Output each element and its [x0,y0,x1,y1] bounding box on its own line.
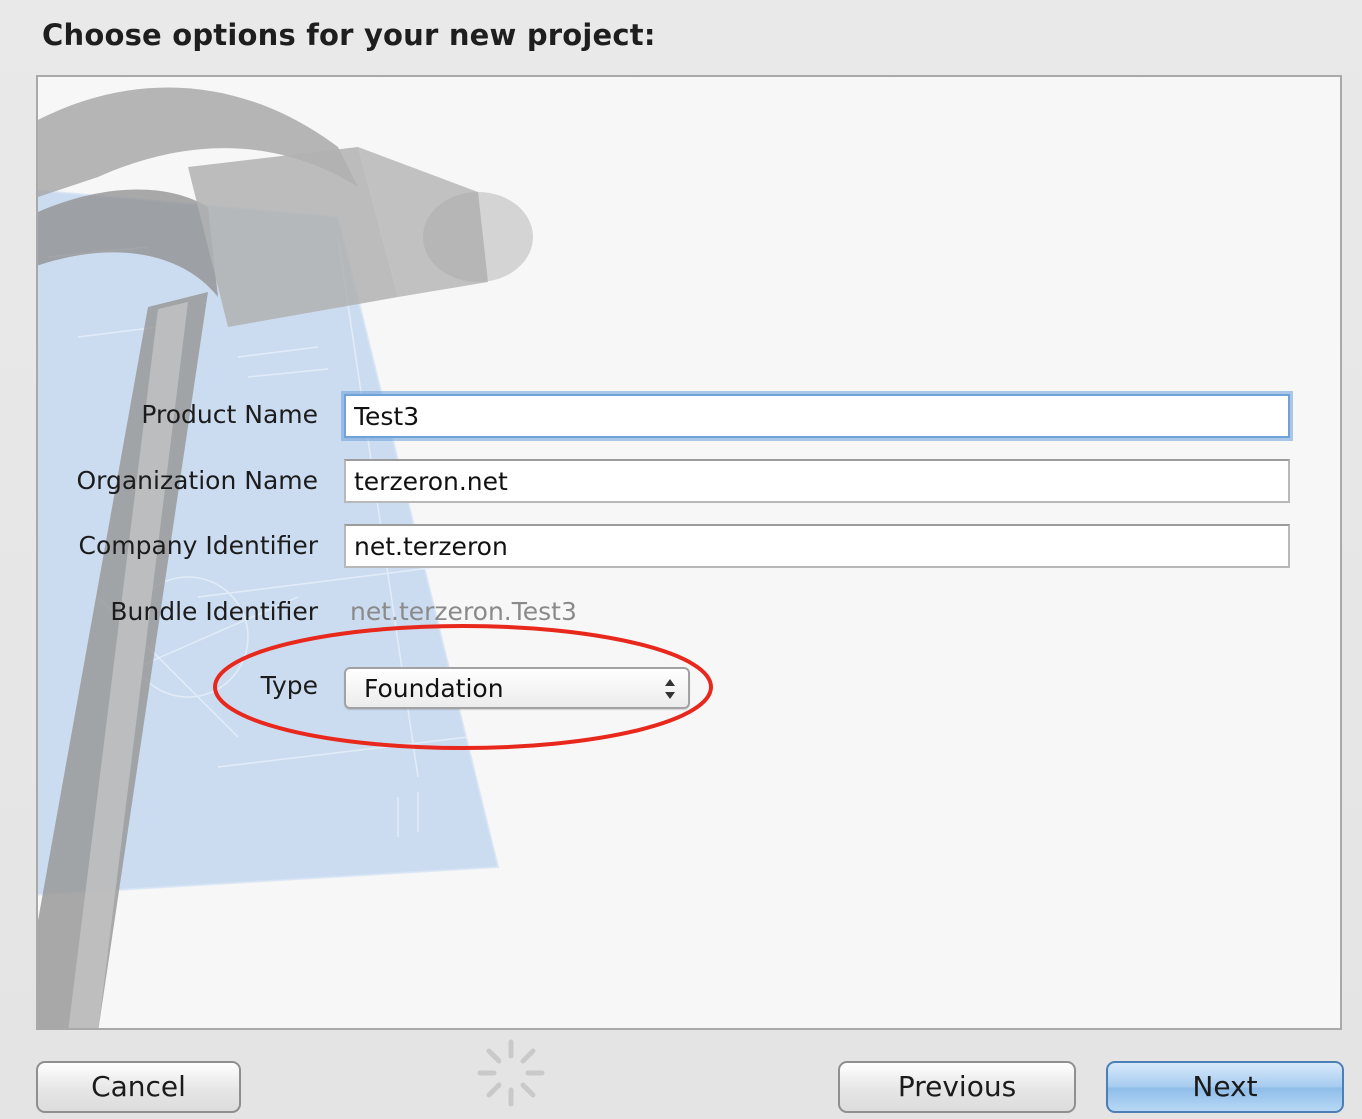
cancel-button[interactable]: Cancel [36,1061,241,1113]
product-name-label: Product Name [141,400,318,429]
organization-name-label: Organization Name [76,466,318,495]
type-label: Type [260,671,318,700]
bundle-identifier-value: net.terzeron.Test3 [350,597,577,626]
organization-name-field[interactable] [344,459,1290,503]
type-popup-button[interactable]: Foundation [344,667,690,709]
sheet-heading: Choose options for your new project: [42,18,656,52]
previous-button[interactable]: Previous [838,1061,1076,1113]
type-selected-value: Foundation [364,674,504,703]
new-project-options-sheet: Choose options for your new project: Pro… [0,0,1362,1119]
updown-chevron-icon [665,679,675,699]
company-identifier-field[interactable] [344,524,1290,568]
options-panel: Product Name Organization Name Company I… [36,75,1342,1030]
bundle-identifier-label: Bundle Identifier [110,597,318,626]
next-button[interactable]: Next [1106,1061,1344,1113]
company-identifier-label: Company Identifier [78,531,318,560]
progress-spinner-icon [477,1039,545,1107]
product-name-field[interactable] [344,394,1290,438]
